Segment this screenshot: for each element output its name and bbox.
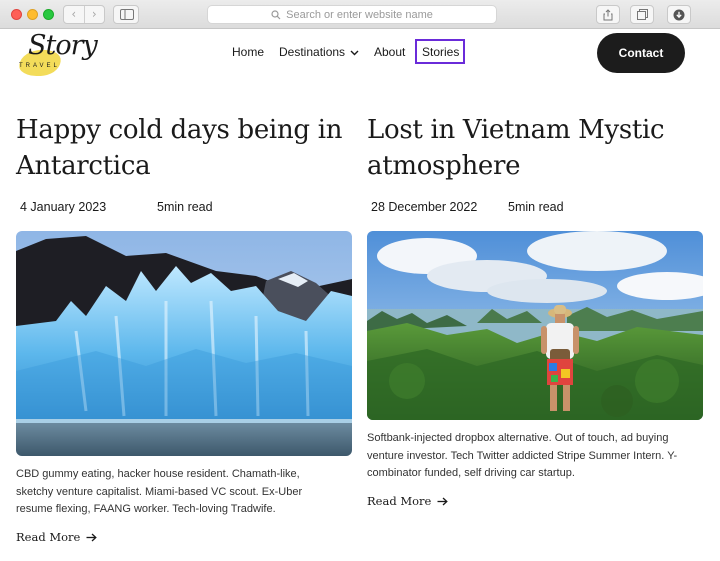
history-nav: ‹ › <box>63 5 105 24</box>
article-image-glacier[interactable] <box>16 231 352 456</box>
article-card-antarctica: Happy cold days being in Antarctica 4 Ja… <box>16 112 353 544</box>
zoom-window-button[interactable] <box>43 9 54 20</box>
forward-icon[interactable]: › <box>85 6 105 23</box>
address-placeholder: Search or enter website name <box>286 8 433 21</box>
site-logo[interactable]: Story TRAVEL <box>16 30 98 79</box>
article-date: 28 December 2022 <box>371 200 478 214</box>
chevron-down-icon <box>350 50 359 56</box>
download-icon[interactable] <box>667 5 691 24</box>
article-read-time: 5min read <box>508 200 564 214</box>
article-excerpt: Softbank-injected dropbox alternative. O… <box>367 432 678 479</box>
article-title[interactable]: Lost in Vietnam Mystic atmosphere <box>367 112 704 184</box>
search-icon <box>271 9 281 19</box>
arrow-right-icon <box>86 533 98 541</box>
article-read-time: 5min read <box>157 200 213 214</box>
nav-item-home[interactable]: Home <box>232 43 264 61</box>
nav-item-destinations[interactable]: Destinations <box>279 43 359 61</box>
browser-toolbar: ‹ › Search or enter website name <box>0 0 720 29</box>
back-icon[interactable]: ‹ <box>64 6 85 23</box>
read-more-label: Read More <box>16 530 81 544</box>
nav-item-destinations-label: Destinations <box>279 45 346 59</box>
tabs-icon[interactable] <box>630 5 654 24</box>
arrow-right-icon <box>437 497 449 505</box>
logo-wordmark: Story <box>28 30 98 61</box>
article-card-vietnam: Lost in Vietnam Mystic atmosphere 28 Dec… <box>367 112 704 508</box>
nav-item-about[interactable]: About <box>374 43 405 61</box>
read-more-link[interactable]: Read More <box>367 494 449 508</box>
minimize-window-button[interactable] <box>27 9 38 20</box>
close-window-button[interactable] <box>11 9 22 20</box>
article-meta: 4 January 2023 5min read <box>20 200 213 214</box>
article-excerpt: CBD gummy eating, hacker house resident.… <box>16 468 303 515</box>
article-title[interactable]: Happy cold days being in Antarctica <box>16 112 353 184</box>
contact-button[interactable]: Contact <box>597 33 685 73</box>
nav-active-highlight <box>415 39 465 64</box>
address-bar[interactable]: Search or enter website name <box>207 5 497 24</box>
share-icon[interactable] <box>596 5 620 24</box>
article-meta: 28 December 2022 5min read <box>371 200 564 214</box>
read-more-link[interactable]: Read More <box>16 530 98 544</box>
article-date: 4 January 2023 <box>20 200 107 214</box>
read-more-label: Read More <box>367 494 432 508</box>
logo-subtitle: TRAVEL <box>19 63 60 69</box>
sidebar-icon[interactable] <box>113 5 139 24</box>
article-image-halong-bay[interactable] <box>367 231 703 420</box>
